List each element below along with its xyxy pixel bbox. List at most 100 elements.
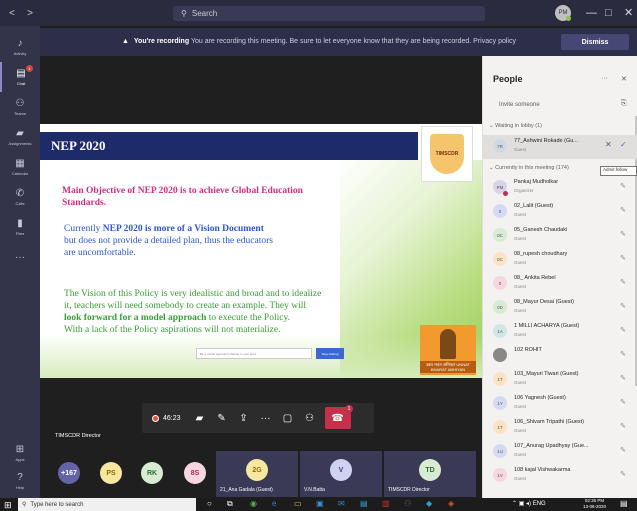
- rail-item-assignments[interactable]: ▰ Assignments: [0, 122, 40, 152]
- slide-policy-line4: With a lack of the Policy aspirations wi…: [64, 325, 281, 335]
- app-icon[interactable]: ▤: [360, 499, 368, 508]
- task-view-icon[interactable]: ⧉: [227, 499, 233, 509]
- admit-check-icon[interactable]: ✓: [620, 140, 627, 149]
- chat-button[interactable]: ▢: [277, 407, 299, 429]
- person-avatar: 0: [493, 204, 507, 218]
- person-avatar: 1T: [493, 372, 507, 386]
- rail-item-calls[interactable]: ✆ Calls: [0, 182, 40, 212]
- minimize-button[interactable]: —: [586, 6, 597, 20]
- app3-icon[interactable]: ◆: [426, 499, 432, 508]
- participant-avatar[interactable]: RK: [141, 462, 163, 484]
- person-role: Guest: [514, 380, 527, 385]
- meeting-person-row[interactable]: 1V 108 kajal Vishwakarma Guest ✎: [483, 464, 637, 488]
- participant-avatar[interactable]: PS: [100, 462, 122, 484]
- mic-muted-icon: ✎: [620, 399, 626, 406]
- windows-taskbar: ⊞ ⚲ Type here to search ○ ⧉ ◉ e ▭ ▣ ✉ ▤ …: [0, 498, 637, 511]
- meeting-person-row[interactable]: 102 ROHIT ✎: [483, 344, 637, 368]
- slide-vision-line2: but does not provide a detailed plan, th…: [64, 236, 273, 246]
- person-role: Guest: [514, 260, 527, 265]
- slide-objective-line1: Main Objective of NEP 2020 is to achieve…: [62, 186, 303, 196]
- mail-icon[interactable]: ✉: [338, 499, 345, 508]
- assignments-icon: ▰: [16, 128, 24, 139]
- rail-item-apps[interactable]: ⊞ Apps: [0, 438, 40, 468]
- camera-off-button[interactable]: ▰: [189, 407, 211, 429]
- more-options-icon[interactable]: ···: [601, 75, 608, 82]
- taskbar-search-input[interactable]: ⚲ Type here to search: [18, 498, 196, 511]
- taskbar-clock[interactable]: 02:35 PM 13-06-2020: [583, 498, 606, 510]
- shared-screen-slide: NEP 2020 TIMSCDR Main Objective of NEP 2…: [40, 124, 482, 378]
- back-button[interactable]: <: [6, 8, 18, 19]
- person-name: 02_Lalit (Guest): [514, 203, 554, 209]
- person-name: 107_Anurag Upadhyay (Gue...: [514, 443, 589, 449]
- rail-item-files[interactable]: ▮ Files: [0, 212, 40, 242]
- meeting-person-row[interactable]: 1Y 106 Yagnesh (Guest) Guest ✎: [483, 392, 637, 416]
- deny-icon[interactable]: ✕: [605, 140, 612, 149]
- share-invite-icon[interactable]: ⎘: [621, 100, 627, 108]
- more-actions-button[interactable]: ···: [255, 407, 277, 429]
- explorer-icon[interactable]: ▭: [294, 499, 302, 508]
- person-avatar: 1T: [493, 420, 507, 434]
- participants-button[interactable]: ⚇: [299, 407, 321, 429]
- app4-icon[interactable]: ◈: [448, 499, 454, 508]
- meeting-person-row[interactable]: 1T 103_Mayuri Tiwari (Guest) Guest ✎: [483, 368, 637, 392]
- chrome-icon[interactable]: ◉: [250, 499, 257, 508]
- rail-item-label: Teams: [14, 111, 26, 116]
- maximize-button[interactable]: □: [605, 6, 612, 20]
- chat-icon: ▤: [16, 68, 26, 79]
- store-icon[interactable]: ▣: [316, 499, 324, 508]
- system-tray[interactable]: ⌃ ▣ ◂) ENG: [512, 500, 546, 507]
- person-avatar: 7R: [493, 139, 507, 153]
- meeting-person-row[interactable]: 1U 107_Anurag Upadhyay (Gue... Guest ✎: [483, 440, 637, 464]
- windows-start-icon[interactable]: ⊞: [4, 500, 12, 511]
- rail-item-teams[interactable]: ⚇ Teams: [0, 92, 40, 122]
- invite-someone-input[interactable]: Invite someone: [499, 102, 540, 108]
- recording-icon: [152, 414, 159, 422]
- participant-avatar[interactable]: 8S: [184, 462, 206, 484]
- person-name: 103_Mayuri Tiwari (Guest): [514, 371, 579, 377]
- notifications-icon[interactable]: ▤: [620, 499, 628, 508]
- rail-item-chat[interactable]: ▤ Chat 1: [0, 62, 40, 92]
- mic-muted-icon: ✎: [620, 351, 626, 358]
- meeting-person-row[interactable]: 0D 08_Mayur Desai (Guest) Guest ✎: [483, 296, 637, 320]
- forward-button[interactable]: >: [24, 8, 36, 19]
- person-name: 102 ROHIT: [514, 347, 542, 353]
- meeting-person-row[interactable]: 1T 106_Shivam Tripathi (Guest) Guest ✎: [483, 416, 637, 440]
- meeting-person-row[interactable]: 0 02_Lalit (Guest) Guest ✎: [483, 200, 637, 224]
- edge-icon[interactable]: e: [272, 499, 276, 508]
- close-button[interactable]: ✕: [624, 6, 633, 20]
- teams-window: < > ⚲ Search PM — □ ✕ ♪ Activity ▤ Chat 1 ⚇ Te…: [0, 0, 637, 511]
- slide-vision-line3: are uncomfortable.: [64, 248, 136, 258]
- rail-item-activity[interactable]: ♪ Activity: [0, 32, 40, 62]
- person-role: Organizer: [514, 188, 534, 193]
- share-screen-button[interactable]: ⇪: [233, 407, 255, 429]
- rail-item-more[interactable]: ···: [0, 242, 40, 272]
- person-avatar: 0: [493, 276, 507, 290]
- meeting-person-row[interactable]: 0 08_ Ankita Rebel Guest ✎: [483, 272, 637, 296]
- dismiss-button[interactable]: Dismiss: [561, 34, 629, 50]
- slide-title: NEP 2020: [51, 138, 106, 153]
- rail-item-label: Calendar: [11, 171, 29, 176]
- meeting-person-row[interactable]: 0C 05_Ganesh Chaudaki Guest ✎: [483, 224, 637, 248]
- shield-icon: TIMSCDR: [430, 134, 464, 174]
- meeting-person-row[interactable]: 0C 08_rupesh choudhary Guest ✎: [483, 248, 637, 272]
- person-role: Guest: [514, 428, 527, 433]
- search-input[interactable]: ⚲ Search: [173, 6, 485, 21]
- participant-tile-name: V.N.Batta: [304, 487, 325, 493]
- person-name: 05_Ganesh Chaudaki: [514, 227, 568, 233]
- more-icon: ···: [15, 251, 25, 263]
- lobby-section-header[interactable]: ⌄ Waiting in lobby (1): [489, 123, 542, 129]
- app2-icon[interactable]: ▥: [382, 499, 390, 508]
- participant-avatar[interactable]: +167: [58, 462, 80, 484]
- meeting-section-header[interactable]: ⌄ Currently in this meeting (174): [489, 165, 569, 171]
- close-panel-icon[interactable]: ✕: [621, 75, 627, 83]
- rail-item-calendar[interactable]: ▦ Calendar: [0, 152, 40, 182]
- teams-taskbar-icon[interactable]: ⚇: [404, 499, 411, 508]
- mic-off-button[interactable]: ✎: [211, 407, 233, 429]
- slide-policy-rest: to execute the Policy.: [206, 313, 290, 323]
- rail-item-help[interactable]: ? Help: [0, 466, 40, 496]
- lobby-person-row[interactable]: 7R 77_Ashwini Rokade (Gu... Guest ✕ ✓: [483, 135, 637, 159]
- meeting-person-row[interactable]: 1A 1 MILLI ACHARYA (Guest) Guest ✎: [483, 320, 637, 344]
- meeting-person-row[interactable]: PM Pankaj Mudholkar Organizer ✎: [483, 176, 637, 200]
- cortana-icon[interactable]: ○: [207, 499, 212, 508]
- participant-tile-avatar: V: [330, 459, 352, 481]
